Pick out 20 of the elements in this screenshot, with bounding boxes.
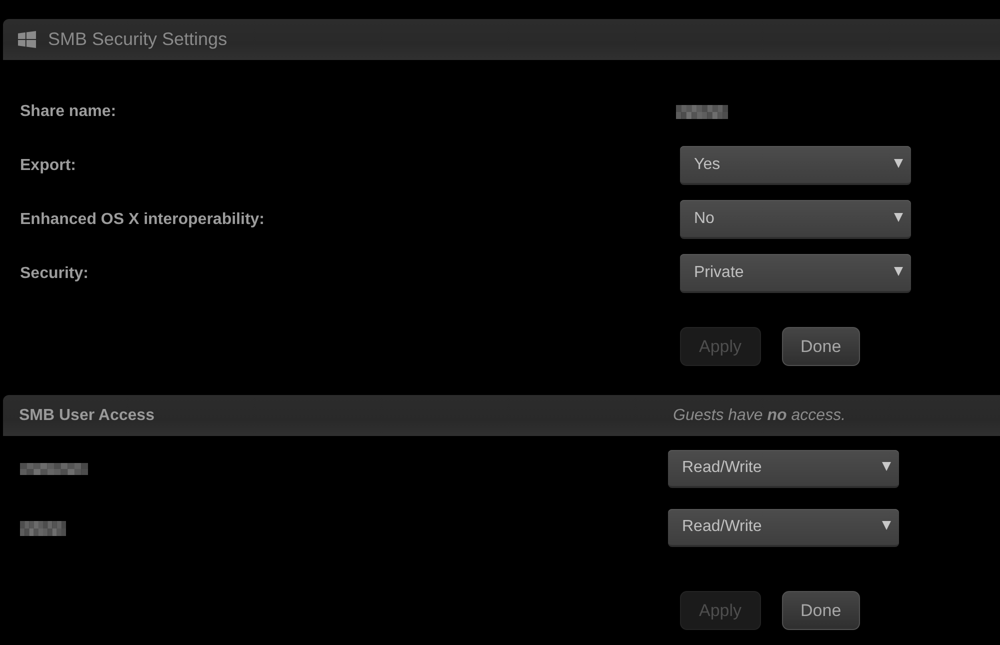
caret-icon [894,158,903,168]
windows-logo-icon [18,31,36,48]
section-title: SMB Security Settings [48,29,228,50]
caret-icon [882,521,891,530]
field-label: Security: [20,264,90,282]
dropdown[interactable]: Read/Write [668,509,899,547]
caret-icon [894,266,903,276]
dropdown[interactable]: Read/Write [668,450,899,488]
done-button[interactable]: Done [782,591,860,630]
caret-icon [894,212,903,222]
section-title: SMB User Access [18,406,156,424]
guest-access-note: Guests have no access. [673,406,846,424]
field-label: Export: [20,156,77,174]
caret-icon [882,462,891,471]
done-button[interactable]: Done [782,327,860,366]
dropdown[interactable]: Yes [680,146,911,185]
dropdown[interactable]: Private [680,254,911,293]
dropdown[interactable]: No [680,200,911,239]
field-label: Share name: [20,102,118,120]
field-label: Enhanced OS X interoperability: [20,210,266,228]
